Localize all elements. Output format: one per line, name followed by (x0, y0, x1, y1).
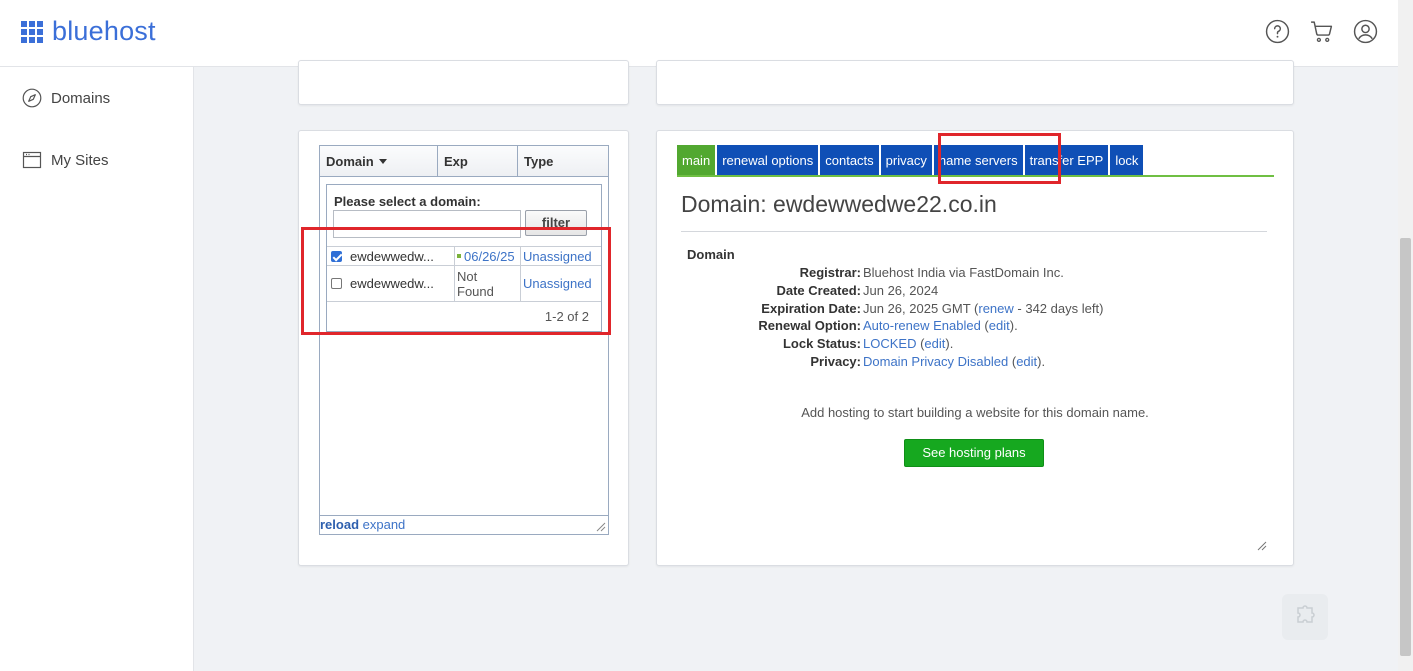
tab-main[interactable]: main (677, 145, 716, 176)
tab-lock[interactable]: lock (1110, 145, 1144, 176)
domain-list-card: Domain Exp Type Please select a domain: … (298, 130, 629, 566)
sidebar-item-my-sites[interactable]: My Sites (22, 150, 109, 170)
see-hosting-plans-button[interactable]: See hosting plans (904, 439, 1044, 467)
domain-detail-card: main renewal options contacts privacy na… (656, 130, 1294, 566)
row-count: 1-2 of 2 (544, 309, 589, 324)
compass-icon (22, 88, 42, 108)
browser-window-icon (22, 151, 42, 169)
domain-select-panel: Please select a domain: filter ewdewwedw… (326, 184, 602, 332)
logo-text: bluehost (52, 16, 156, 46)
row-domain: ewdewwedw... (350, 248, 434, 264)
floating-widget[interactable] (1282, 594, 1328, 640)
expand-link[interactable]: expand (363, 517, 406, 532)
edit-privacy-link[interactable]: edit (1016, 354, 1037, 369)
tab-name-servers[interactable]: name servers (933, 145, 1023, 176)
info-lock-status: Lock Status: LOCKED (edit). (782, 336, 954, 352)
table-row[interactable]: ewdewwedw... Not Found Unassigned (327, 265, 601, 301)
filter-button[interactable]: filter (525, 210, 587, 236)
scrollbar-thumb[interactable] (1400, 238, 1411, 656)
domain-list-footer: reload expand (320, 515, 608, 534)
select-domain-prompt: Please select a domain: (334, 194, 481, 209)
column-header-exp[interactable]: Exp (438, 146, 518, 177)
column-header-domain[interactable]: Domain (320, 146, 438, 177)
top-right-card (656, 60, 1294, 105)
title-divider (681, 231, 1267, 232)
sidebar-item-label: Domains (51, 89, 111, 107)
row-exp: Not Found (455, 266, 521, 301)
tab-privacy[interactable]: privacy (880, 145, 932, 176)
tab-renewal-options[interactable]: renewal options (717, 145, 819, 176)
info-renewal-option: Renewal Option: Auto-renew Enabled (edit… (758, 318, 1018, 334)
info-date-created: Date Created: Jun 26, 2024 (776, 282, 939, 298)
sidebar-item-domains[interactable]: Domains (22, 88, 110, 108)
hosting-message: Add hosting to start building a website … (801, 405, 1149, 420)
status-dot-icon (457, 254, 461, 258)
top-left-card (298, 60, 629, 105)
grid-logo-icon (21, 20, 43, 43)
row-domain: ewdewwedw... (350, 276, 434, 291)
info-privacy: Privacy: Domain Privacy Disabled (edit). (810, 353, 1046, 369)
account-icon[interactable] (1353, 19, 1378, 44)
column-header-type[interactable]: Type (518, 146, 608, 177)
privacy-link[interactable]: Domain Privacy Disabled (863, 354, 1008, 369)
edit-renewal-link[interactable]: edit (989, 318, 1010, 333)
row-checkbox[interactable] (331, 278, 342, 289)
domain-list-header: Domain Exp Type (320, 146, 608, 177)
auto-renew-link[interactable]: Auto-renew Enabled (863, 318, 981, 333)
detail-tabs: main renewal options contacts privacy na… (677, 145, 1145, 176)
edit-lock-link[interactable]: edit (924, 336, 945, 351)
sidebar: Domains My Sites (0, 67, 194, 671)
sidebar-item-label: My Sites (51, 151, 109, 169)
bluehost-logo[interactable]: bluehost (21, 16, 156, 47)
resize-grip-icon[interactable] (595, 521, 606, 532)
row-checkbox[interactable] (331, 250, 342, 262)
help-icon[interactable] (1265, 19, 1290, 44)
row-type-link[interactable]: Unassigned (521, 266, 601, 301)
locked-link[interactable]: LOCKED (863, 336, 916, 351)
row-exp[interactable]: 06/26/25 (464, 249, 515, 264)
sort-caret-icon (378, 159, 387, 164)
reload-link[interactable]: reload (320, 517, 359, 532)
top-header: bluehost (0, 0, 1398, 67)
section-label: Domain (687, 247, 735, 262)
puzzle-icon (1297, 605, 1315, 623)
resize-grip-icon[interactable] (1255, 539, 1267, 551)
info-expiration: Expiration Date: Jun 26, 2025 GMT (renew… (761, 300, 1104, 316)
page-scrollbar[interactable] (1398, 0, 1413, 671)
tab-transfer-epp[interactable]: transfer EPP (1024, 145, 1109, 176)
table-row[interactable]: ewdewwedw... 06/26/25 Unassigned (327, 246, 601, 265)
tab-underline (677, 175, 1274, 177)
domain-filter-input[interactable] (333, 210, 521, 238)
cart-icon[interactable] (1309, 19, 1334, 44)
domain-info-list: Registrar: Bluehost India via FastDomain… (687, 264, 1103, 371)
row-type-link[interactable]: Unassigned (521, 247, 601, 265)
info-registrar: Registrar: Bluehost India via FastDomain… (799, 265, 1064, 280)
domain-list-grid: Domain Exp Type Please select a domain: … (319, 145, 609, 535)
tab-contacts[interactable]: contacts (820, 145, 879, 176)
page-title: Domain: ewdewwedwe22.co.in (681, 191, 997, 217)
renew-link[interactable]: renew (978, 301, 1013, 316)
